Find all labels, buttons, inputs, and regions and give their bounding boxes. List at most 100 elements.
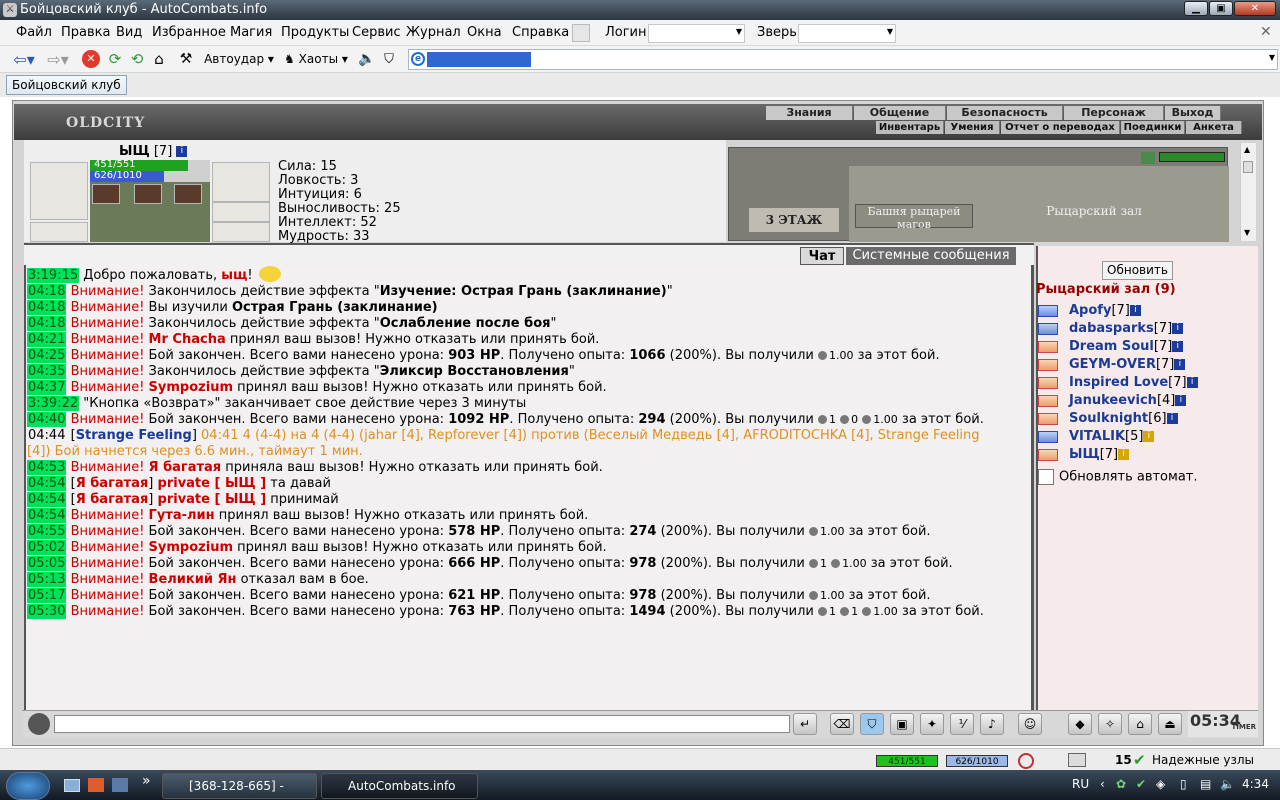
player-nick[interactable]: Strange Feeling	[76, 428, 192, 443]
nav-knowledge[interactable]: Знания	[766, 106, 853, 120]
private-chat-icon[interactable]	[1038, 376, 1058, 389]
user-nick[interactable]: VITALIK	[1069, 429, 1125, 444]
bag-icon[interactable]: ◆	[1068, 713, 1092, 735]
beast-select[interactable]: ▼	[798, 24, 896, 43]
message-timestamp[interactable]: 04:44	[27, 428, 66, 443]
user-list-item[interactable]: dabasparks[7] i	[1038, 320, 1184, 337]
private-chat-icon[interactable]	[1038, 394, 1058, 407]
player-nick[interactable]: Я багатая	[76, 492, 149, 507]
gloves-slot[interactable]	[30, 222, 88, 242]
menu-view[interactable]: Вид	[116, 25, 142, 40]
player-nick[interactable]: Великий Ян	[149, 572, 237, 587]
volume-icon[interactable]: 🔈	[1220, 777, 1235, 791]
info-icon[interactable]: i	[1166, 413, 1178, 424]
message-timestamp[interactable]: 04:53	[27, 460, 67, 475]
message-timestamp[interactable]: 04:55	[27, 524, 67, 539]
nav-communication[interactable]: Общение	[854, 106, 946, 120]
minimize-button[interactable]: ▁	[1184, 1, 1208, 16]
message-timestamp[interactable]: 04:18	[27, 284, 67, 299]
nav-exit[interactable]: Выход	[1165, 106, 1221, 120]
message-timestamp[interactable]: 04:40	[27, 412, 67, 427]
user-list-item[interactable]: GEYM-OVER[7] i	[1038, 356, 1186, 373]
scroll-down-icon[interactable]: ▼	[1244, 228, 1250, 237]
nav-inventory[interactable]: Инвентарь	[876, 121, 944, 134]
start-button[interactable]	[6, 772, 50, 800]
printer-icon[interactable]	[1068, 753, 1086, 767]
login-select[interactable]: ▼	[648, 24, 745, 43]
menu-windows[interactable]: Окна	[467, 25, 502, 40]
player-nick[interactable]: Гута-лин	[149, 508, 215, 523]
player-nick[interactable]: Sympozium	[149, 380, 233, 395]
message-timestamp[interactable]: 05:13	[27, 572, 67, 587]
message-timestamp[interactable]: 3:39:22	[27, 396, 80, 411]
private-message-icon[interactable]	[1038, 322, 1058, 335]
brb-icon[interactable]	[572, 24, 590, 42]
message-timestamp[interactable]: 05:05	[27, 556, 67, 571]
private-chat-icon[interactable]	[1038, 358, 1058, 371]
message-timestamp[interactable]: 04:18	[27, 316, 67, 331]
info-icon[interactable]: i	[176, 146, 188, 157]
tab-fight-club[interactable]: Бойцовский клуб	[6, 75, 127, 95]
app-quicklaunch-icon[interactable]	[88, 778, 104, 792]
tray-app-icon[interactable]: ✿	[1116, 777, 1126, 791]
player-nick[interactable]: private [ ЫЩ ]	[158, 476, 267, 491]
player-nick[interactable]: Mr Chacha	[149, 332, 226, 347]
message-timestamp[interactable]: 04:25	[27, 348, 67, 363]
user-list-item[interactable]: Inspired Love[7] i	[1038, 374, 1198, 391]
scroll-slot-2[interactable]	[134, 184, 162, 204]
info-icon[interactable]: i	[1175, 395, 1187, 406]
message-timestamp[interactable]: 04:37	[27, 380, 67, 395]
clear-icon[interactable]: ⌫	[830, 713, 854, 735]
info-icon[interactable]: i	[1174, 359, 1186, 370]
nav-character[interactable]: Персонаж	[1064, 106, 1164, 120]
address-bar[interactable]: e ▼	[408, 49, 1278, 70]
menu-products[interactable]: Продукты	[281, 25, 349, 40]
user-nick[interactable]: Apofy	[1069, 303, 1111, 318]
message-timestamp[interactable]: 04:18	[27, 300, 67, 315]
player-nick[interactable]: Я багатая	[149, 460, 222, 475]
window-switch-icon[interactable]	[112, 778, 128, 792]
info-icon[interactable]: i	[1118, 449, 1130, 460]
player-nick[interactable]: Я багатая	[76, 476, 149, 491]
menu-journal[interactable]: Журнал	[406, 25, 461, 40]
scroll-up-icon[interactable]: ▲	[1244, 145, 1250, 154]
panel-scrollbar[interactable]: ▲ ▼	[1240, 143, 1256, 241]
info-icon[interactable]: i	[1172, 323, 1184, 334]
rings-slot[interactable]	[212, 202, 270, 222]
network-icon[interactable]: ▤	[1200, 777, 1211, 791]
fraction-icon[interactable]: ⅟	[950, 713, 974, 735]
floor-label[interactable]: 3 ЭТАЖ	[749, 208, 839, 232]
refresh-map-icon[interactable]	[1141, 152, 1155, 164]
message-timestamp[interactable]: 3:19:15	[27, 268, 80, 283]
menu-edit[interactable]: Правка	[61, 25, 110, 40]
message-timestamp[interactable]: 05:30	[27, 604, 67, 619]
tray-expand-icon[interactable]: ‹	[1100, 777, 1105, 791]
send-icon[interactable]: ↵	[793, 713, 817, 735]
message-timestamp[interactable]: 04:54	[27, 492, 67, 507]
language-indicator[interactable]: RU	[1072, 777, 1089, 791]
refresh-button[interactable]: Обновить	[1102, 261, 1173, 280]
reload-all-icon[interactable]: ⟲	[128, 50, 146, 68]
private-message-icon[interactable]	[1038, 430, 1058, 443]
menu-help[interactable]: Справка	[512, 25, 569, 40]
filter-icon[interactable]: ⛉	[380, 50, 398, 68]
private-chat-icon[interactable]	[1038, 340, 1058, 353]
message-timestamp[interactable]: 04:21	[27, 332, 67, 347]
more-quicklaunch-icon[interactable]: »	[142, 773, 151, 789]
message-timestamp[interactable]: 05:17	[27, 588, 67, 603]
forward-arrow-icon[interactable]: ⇨▾	[44, 50, 72, 69]
tower-link[interactable]: Башня рыцарей магов	[855, 204, 973, 231]
menu-magic[interactable]: Магия	[230, 25, 272, 40]
smile-button-icon[interactable]: ☺	[1018, 713, 1042, 735]
menu-favorites[interactable]: Избранное	[152, 25, 226, 40]
message-timestamp[interactable]: 04:35	[27, 364, 67, 379]
chevron-down-icon[interactable]: ▼	[1269, 53, 1275, 62]
tray-check-icon[interactable]: ✔	[1136, 777, 1146, 791]
user-nick[interactable]: ЫЩ	[1069, 447, 1100, 462]
save-icon[interactable]: ▣	[890, 713, 914, 735]
user-nick[interactable]: Janukeevich	[1069, 393, 1157, 408]
private-message-icon[interactable]	[1038, 304, 1058, 317]
refresh-icon[interactable]: ⟳	[106, 50, 124, 68]
info-icon[interactable]: i	[1129, 305, 1141, 316]
house-icon[interactable]: ⌂	[1128, 713, 1152, 735]
